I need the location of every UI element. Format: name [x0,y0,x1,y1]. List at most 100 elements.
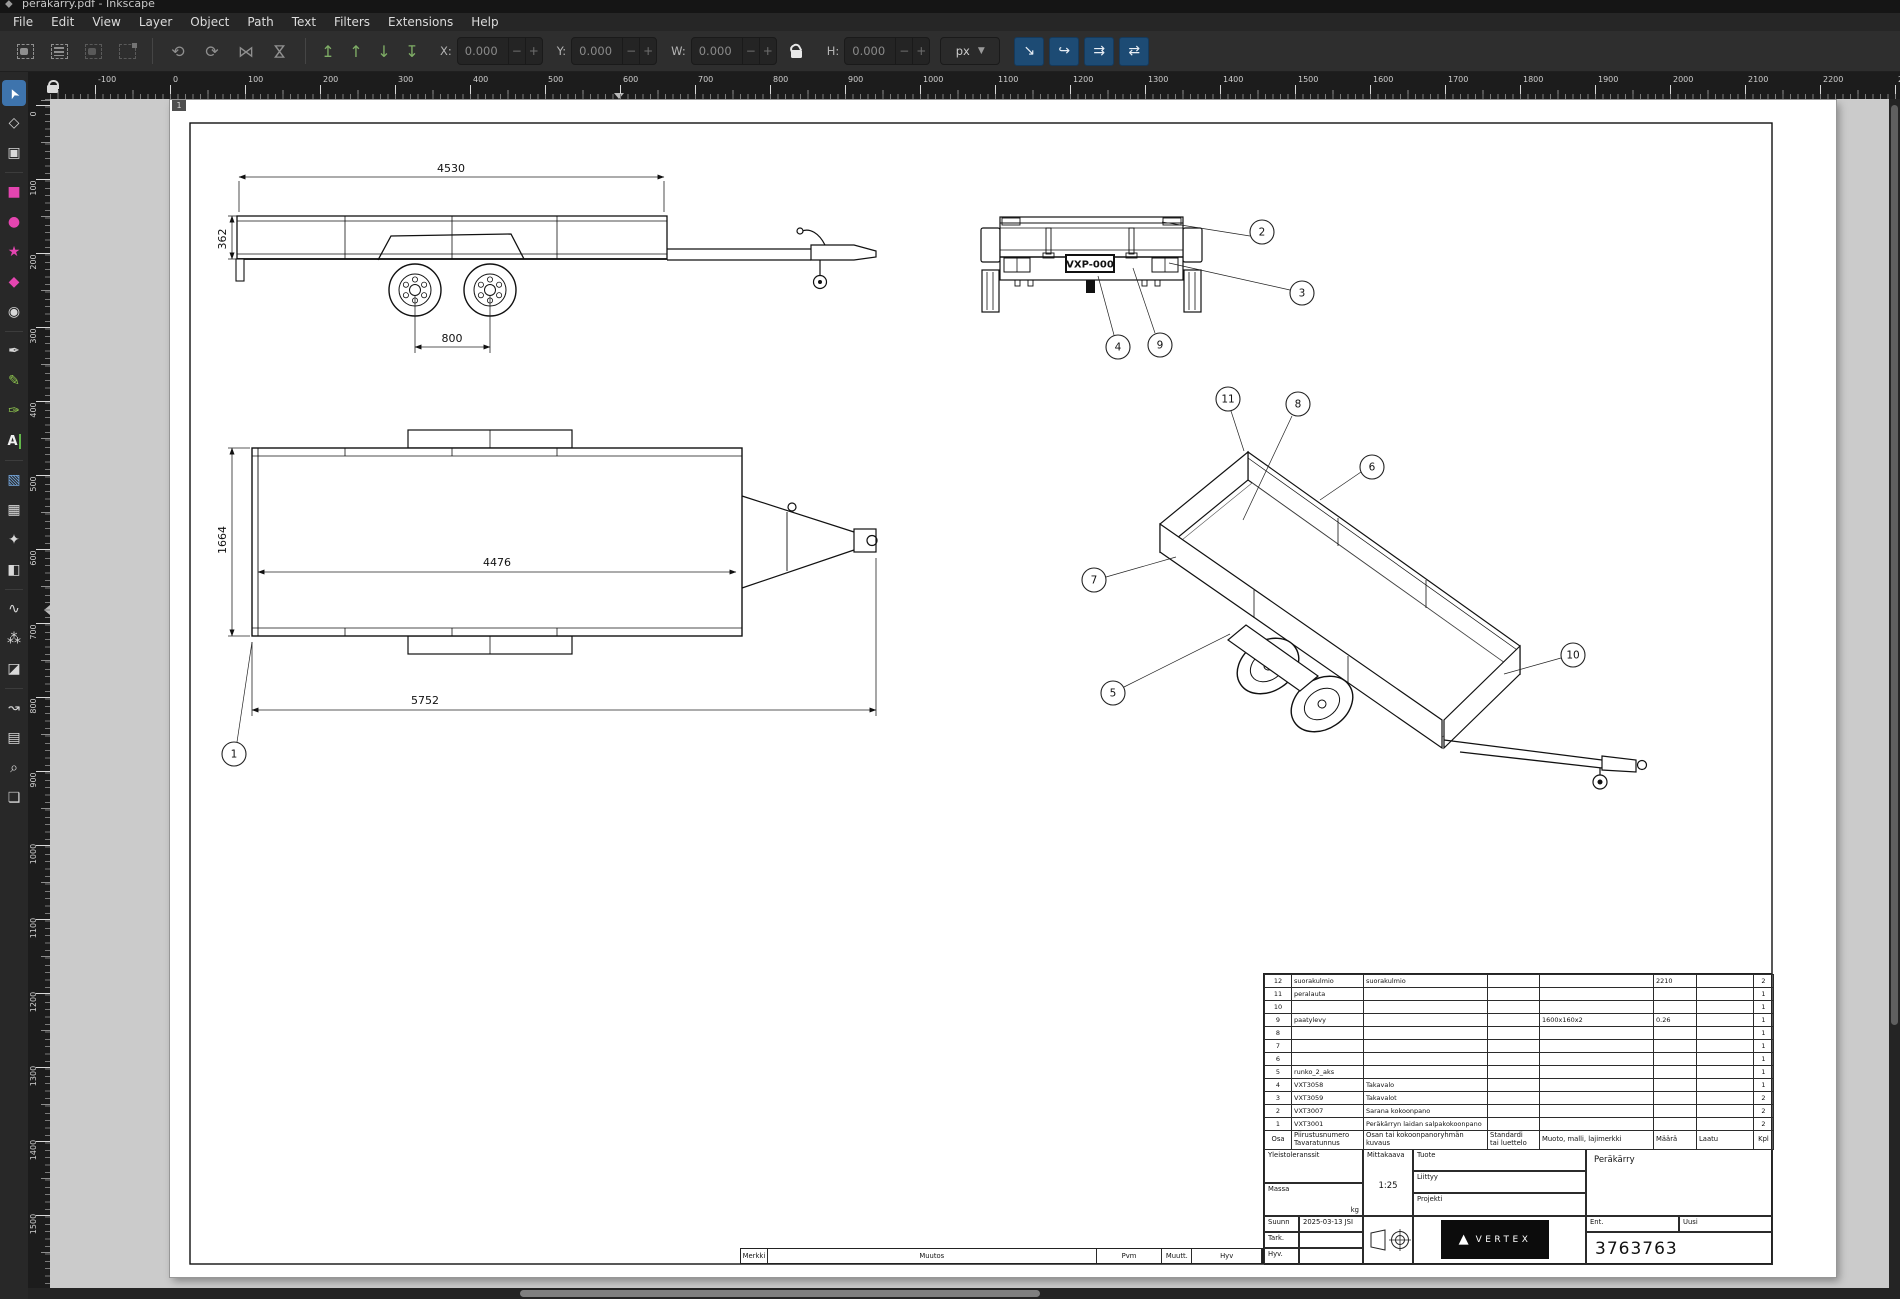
hyv-label-cell: Hyv. [1264,1248,1299,1265]
rectangle-tool-icon[interactable]: ■ [2,179,26,205]
page-tab[interactable]: 1 [172,100,186,111]
increment-icon[interactable]: + [525,38,542,64]
h-input[interactable]: 0.000−+ [844,37,930,65]
decrement-icon[interactable]: − [508,38,525,64]
mesh-gradient-tool-icon[interactable]: ▦ [2,497,26,523]
horizontal-scrollbar[interactable] [28,1288,1900,1299]
vruler-label: 400 [29,395,39,425]
menu-item-text[interactable]: Text [283,13,325,31]
hruler-label: 2200 [1823,75,1843,84]
toolbox: ➤ ◇ ▣ ■ ● ★ ◆ ◉ ✒ ✎ ✑ A ▧ ▦ ✦ ◧ ∿ ⁂ ◪ ↝ ▤ ⌕ ❏ [0,72,28,1299]
hruler-label: 200 [323,75,338,84]
decrement-icon[interactable]: − [742,38,759,64]
select-same-icon[interactable] [42,36,76,66]
unit-select[interactable]: px ▼ [940,37,1000,65]
y-input[interactable]: 0.000−+ [571,37,657,65]
toolbar-separator [305,38,306,64]
document-page[interactable]: 1 4530 [170,100,1836,1277]
move-patterns-toggle-icon[interactable]: ⇄ [1119,37,1149,66]
parts-table-row: 1VXT3001Peräkärryn laidan salpakokoonpan… [1265,1118,1774,1131]
zoom-tool-icon[interactable]: ⌕ [2,755,26,781]
x-field-group: X:0.000−+ [440,37,543,65]
vertical-ruler[interactable]: 0100200300400500600700800900100011001200… [28,99,50,1288]
horizontal-scrollbar-thumb[interactable] [520,1290,1040,1297]
toolbar-separator [152,38,153,64]
callout-4: 4 [1098,276,1130,359]
x-input[interactable]: 0.000−+ [457,37,543,65]
tark-label-cell: Tark. [1264,1232,1299,1248]
ruler-corner[interactable] [28,72,50,99]
flip-vertical-icon[interactable]: ⋈ [263,36,297,66]
window-titlebar[interactable]: ⬥ peräkärry.pdf - Inkscape [0,0,1900,13]
move-gradients-toggle-icon[interactable]: ⇉ [1084,37,1114,66]
pen-tool-icon[interactable]: ✒ [2,338,26,364]
pencil-tool-icon[interactable]: ✎ [2,368,26,394]
box-3d-tool-icon[interactable]: ◆ [2,269,26,295]
select-frame-icon[interactable] [110,36,144,66]
calligraphy-tool-icon[interactable]: ✑ [2,398,26,424]
increment-icon[interactable]: + [759,38,776,64]
horizontal-ruler[interactable]: -100010020030040050060070080090010001100… [50,72,1900,99]
flip-horizontal-icon[interactable]: ⋈ [229,36,263,66]
parts-table-row: 3VXT3059Takavalot2 [1265,1092,1774,1105]
vertical-scrollbar-thumb[interactable] [1891,105,1898,1025]
paint-bucket-tool-icon[interactable]: ◧ [2,557,26,583]
menu-item-filters[interactable]: Filters [325,13,379,31]
menu-item-object[interactable]: Object [181,13,238,31]
toolbox-separator [5,331,23,332]
svg-text:11: 11 [1221,394,1234,406]
tweak-tool-icon[interactable]: ∿ [2,596,26,622]
rotate-ccw-icon[interactable]: ⟲ [161,36,195,66]
vertical-scrollbar[interactable] [1889,99,1900,1288]
w-input[interactable]: 0.000−+ [691,37,777,65]
raise-icon[interactable]: ↑ [342,36,370,66]
lock-ratio-icon[interactable] [791,44,803,58]
shape-builder-tool-icon[interactable]: ▣ [2,140,26,166]
menu-item-edit[interactable]: Edit [42,13,83,31]
selector-tool-icon[interactable]: ➤ [2,80,26,106]
select-all-icon[interactable] [8,36,42,66]
spray-tool-icon[interactable]: ⁂ [2,626,26,652]
order-icon-group: ↥↑↓↧ [314,36,426,66]
lock-guides-icon[interactable] [47,80,59,93]
inkscape-window: ⬥ peräkärry.pdf - Inkscape FileEditViewL… [0,0,1900,1299]
menu-item-path[interactable]: Path [238,13,282,31]
decrement-icon[interactable]: − [895,38,912,64]
dropper-tool-icon[interactable]: ✦ [2,527,26,553]
ellipse-tool-icon[interactable]: ● [2,209,26,235]
connector-tool-icon[interactable]: ↝ [2,695,26,721]
menu-item-file[interactable]: File [4,13,42,31]
lower-icon[interactable]: ↓ [370,36,398,66]
increment-icon[interactable]: + [912,38,929,64]
suunn-label-cell: Suunn [1264,1216,1299,1232]
spiral-tool-icon[interactable]: ◉ [2,299,26,325]
pages-tool-icon[interactable]: ❏ [2,785,26,811]
menu-item-extensions[interactable]: Extensions [379,13,462,31]
node-editor-tool-icon[interactable]: ◇ [2,110,26,136]
scale-corners-toggle-icon[interactable]: ↪ [1049,37,1079,66]
text-tool-icon[interactable]: A [2,428,26,454]
revision-cell-muutt: Muutt. [1162,1249,1192,1263]
menu-item-help[interactable]: Help [462,13,507,31]
hruler-label: 100 [248,75,263,84]
star-tool-icon[interactable]: ★ [2,239,26,265]
menu-item-view[interactable]: View [83,13,129,31]
parts-table-header-row: OsaPiirustusnumero TavaratunnusOsan tai … [1265,1131,1774,1150]
vruler-label: 800 [29,691,39,721]
deselect-icon[interactable] [76,36,110,66]
increment-icon[interactable]: + [639,38,656,64]
rotate-cw-icon[interactable]: ⟳ [195,36,229,66]
hyv-value-cell [1299,1248,1363,1265]
decrement-icon[interactable]: − [622,38,639,64]
measure-tool-icon[interactable]: ▤ [2,725,26,751]
menu-item-layer[interactable]: Layer [130,13,181,31]
eraser-tool-icon[interactable]: ◪ [2,656,26,682]
vruler-label: 1300 [29,1061,39,1091]
scale-stroke-toggle-icon[interactable]: ↘ [1014,37,1044,66]
raise-to-top-icon[interactable]: ↥ [314,36,342,66]
y-field-group: Y:0.000−+ [557,37,657,65]
lower-to-bottom-icon[interactable]: ↧ [398,36,426,66]
canvas[interactable]: 1 4530 [50,99,1889,1288]
gradient-tool-icon[interactable]: ▧ [2,467,26,493]
transform-icon-group: ⟲⟳⋈⋈ [161,36,297,66]
